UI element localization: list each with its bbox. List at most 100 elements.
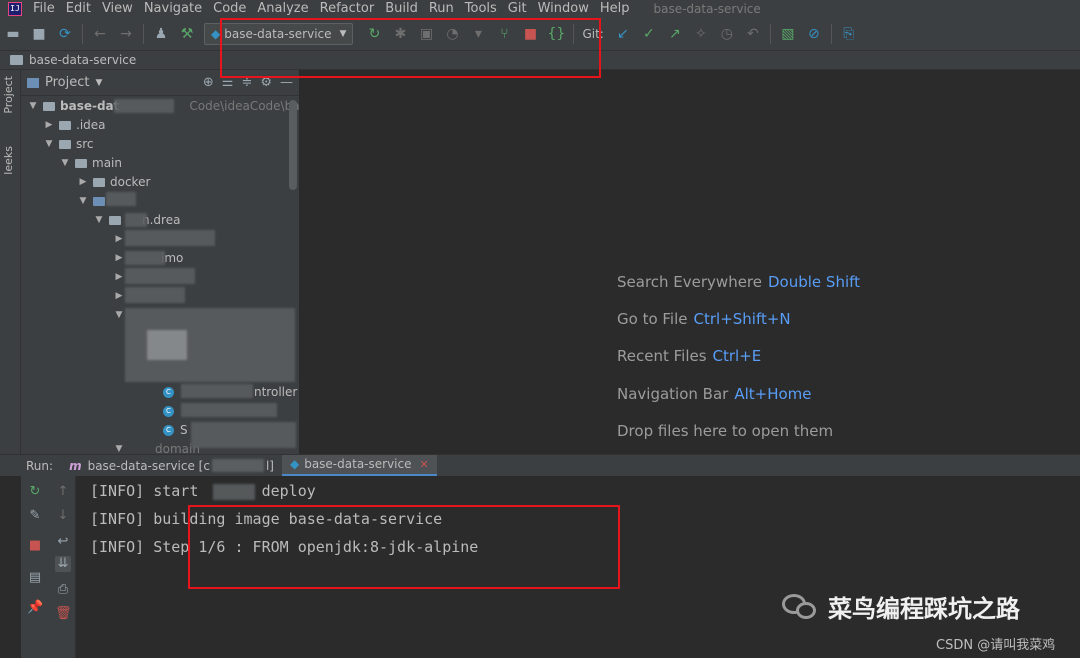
menu-code[interactable]: Code: [208, 0, 252, 17]
chevron-down-icon[interactable]: ▼: [95, 78, 102, 88]
monitor-chart-icon[interactable]: ▧: [777, 23, 799, 45]
run-side-toolbar: ↻ ✎ ■ ▤ 📌: [21, 476, 49, 658]
redaction-blur: [106, 192, 136, 206]
chevron-right-icon: ▶: [45, 120, 53, 130]
locate-target-icon[interactable]: ⊕: [203, 75, 214, 90]
folder-icon: [59, 140, 71, 149]
user-icon[interactable]: ♟: [150, 23, 172, 45]
menu-file[interactable]: File: [28, 0, 61, 17]
menu-refactor[interactable]: Refactor: [315, 0, 381, 17]
hint-label: Go to File: [617, 310, 688, 328]
tree-item-label: main: [92, 156, 122, 170]
back-arrow-icon[interactable]: ←: [89, 23, 111, 45]
project-panel: Project ▼ ⊕ ☰ ≑ ⚙ — ▼ base-dat Code\idea…: [21, 70, 299, 454]
menu-help[interactable]: Help: [595, 0, 636, 17]
project-panel-title[interactable]: Project: [45, 75, 89, 90]
run-tab-docker[interactable]: ◆ base-data-service ✕: [281, 454, 437, 477]
close-icon[interactable]: ✕: [419, 458, 428, 471]
run-console-toolbar: ↑ ↓ ↩ ⇊ ⎙ 🗑: [49, 476, 76, 658]
rerun-icon[interactable]: ↻: [27, 484, 43, 500]
up-arrow-icon[interactable]: ↑: [55, 484, 71, 500]
hint-label: Recent Files: [617, 347, 707, 365]
run-tab-label: base-data-service [c: [87, 458, 210, 473]
redaction-blur: [211, 459, 264, 472]
git-update-icon[interactable]: ↙: [612, 23, 634, 45]
redaction-blur: [191, 422, 296, 448]
breadcrumb-project[interactable]: base-data-service: [29, 53, 136, 67]
hint-go-to-file: Go to File Ctrl+Shift+N: [617, 310, 791, 328]
menu-git[interactable]: Git: [503, 0, 533, 17]
console-line: [INFO] start deploy: [90, 482, 316, 500]
save-icon[interactable]: ■: [28, 23, 50, 45]
pin-icon[interactable]: 📌: [27, 600, 43, 616]
folder-open-icon[interactable]: ▬: [2, 23, 24, 45]
tree-item-label: n.drea: [142, 213, 181, 227]
forward-arrow-icon[interactable]: →: [115, 23, 137, 45]
hint-label: Search Everywhere: [617, 273, 762, 291]
sync-icon[interactable]: ⟳: [54, 23, 76, 45]
git-rollback-icon[interactable]: ↶: [742, 23, 764, 45]
menu-navigate[interactable]: Navigate: [139, 0, 208, 17]
tree-item-class[interactable]: C S: [163, 421, 188, 440]
git-commit-check-icon[interactable]: ✓: [638, 23, 660, 45]
wrench-icon[interactable]: ✎: [27, 508, 43, 524]
scroll-to-end-icon[interactable]: ⇊: [55, 556, 71, 572]
chevron-down-icon: ▼: [79, 196, 87, 206]
tree-item-idea[interactable]: ▶ .idea: [43, 116, 106, 135]
stop-icon[interactable]: ■: [27, 538, 43, 554]
build-hammer-icon[interactable]: ⚒: [176, 23, 198, 45]
leeks-tool-tab[interactable]: leeks: [2, 146, 15, 175]
layout-icon[interactable]: ▤: [27, 570, 43, 586]
intellij-logo-icon: IJ: [8, 1, 22, 16]
redaction-blur: [125, 268, 195, 284]
git-merge-icon[interactable]: ✧: [690, 23, 712, 45]
hint-search-everywhere: Search Everywhere Double Shift: [617, 273, 860, 291]
soft-wrap-icon[interactable]: ↩: [55, 534, 71, 550]
tree-item-domain[interactable]: ▼ domain: [113, 440, 200, 454]
project-tool-tab[interactable]: Project: [2, 76, 15, 114]
git-history-clock-icon[interactable]: ◷: [716, 23, 738, 45]
folder-icon: [93, 178, 105, 187]
folder-icon: [59, 121, 71, 130]
project-view-icon: [27, 77, 39, 88]
tree-item-src[interactable]: ▼ src: [43, 135, 94, 154]
redaction-blur: [181, 384, 253, 398]
chevron-down-icon: ▼: [115, 310, 123, 320]
folder-icon: [43, 102, 55, 111]
folder-icon: [75, 159, 87, 168]
menu-edit[interactable]: Edit: [61, 0, 97, 17]
no-entry-icon[interactable]: ⊘: [803, 23, 825, 45]
java-class-icon: C: [163, 425, 174, 436]
tree-item-main[interactable]: ▼ main: [59, 154, 122, 173]
menu-analyze[interactable]: Analyze: [252, 0, 314, 17]
run-tab-maven[interactable]: m base-data-service [c l]: [61, 455, 282, 477]
chevron-right-icon: ▶: [115, 253, 123, 263]
highlight-box: [220, 18, 601, 78]
menu-view[interactable]: View: [97, 0, 139, 17]
tree-item-label: S: [180, 423, 188, 437]
redaction-blur: [125, 251, 165, 265]
trash-icon[interactable]: 🗑: [55, 606, 72, 622]
tree-item-docker[interactable]: ▶ docker: [77, 173, 151, 192]
maven-icon: m: [69, 458, 82, 473]
left-tool-strip: Project leeks: [0, 70, 21, 454]
folder-icon: [109, 216, 121, 225]
code-with-me-icon[interactable]: ⎘: [838, 23, 860, 45]
folder-icon: [10, 55, 23, 65]
menu-tools[interactable]: Tools: [460, 0, 503, 17]
hint-shortcut: Double Shift: [768, 273, 861, 291]
redaction-blur: [181, 403, 277, 417]
window-title: base-data-service: [653, 1, 761, 16]
menu-build[interactable]: Build: [380, 0, 424, 17]
tree-item-label: .idea: [76, 118, 106, 132]
toolbar-divider: [830, 23, 832, 44]
redaction-blur: [125, 230, 215, 246]
menu-run[interactable]: Run: [424, 0, 460, 17]
project-scrollbar[interactable]: [289, 100, 297, 190]
down-arrow-icon[interactable]: ↓: [55, 508, 71, 524]
print-icon[interactable]: ⎙: [55, 582, 71, 598]
menu-window[interactable]: Window: [533, 0, 595, 17]
hint-shortcut: Alt+Home: [734, 385, 812, 403]
tree-item-class[interactable]: C: [163, 402, 180, 421]
git-push-icon[interactable]: ↗: [664, 23, 686, 45]
